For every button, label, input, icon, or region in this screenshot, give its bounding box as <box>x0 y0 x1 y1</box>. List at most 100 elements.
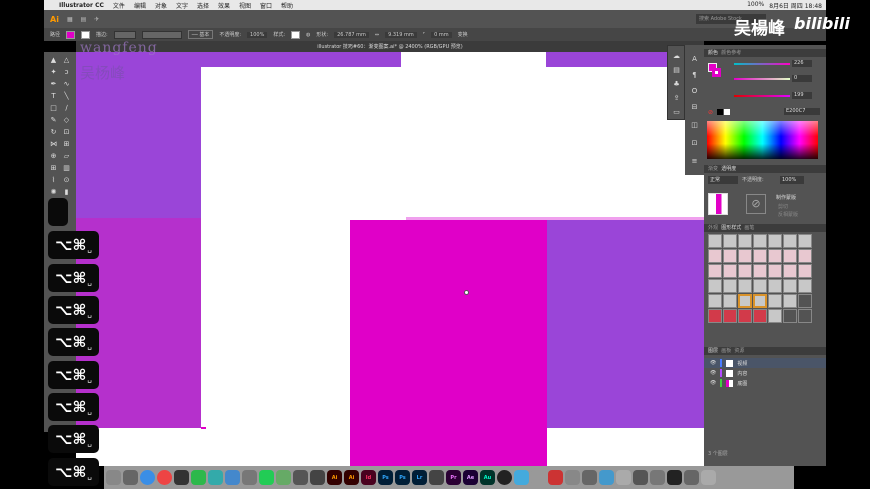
lasso-tool-icon[interactable]: ↄ <box>61 68 72 76</box>
graphic-style-swatch[interactable] <box>738 279 752 293</box>
graphic-style-swatch[interactable] <box>768 234 782 248</box>
premiere-icon[interactable]: Pr <box>446 470 461 485</box>
messages-icon[interactable] <box>208 470 223 485</box>
none-swatch-icon[interactable]: ⊘ <box>708 109 714 116</box>
brush-style-field[interactable]: ── 基本 <box>187 30 214 39</box>
properties-icon[interactable]: ▤ <box>671 66 682 74</box>
graphic-style-swatch[interactable] <box>738 294 752 308</box>
blend-mode-select[interactable]: 正常 <box>708 176 738 184</box>
transform-link[interactable]: 变换 <box>458 31 468 38</box>
after-effects-icon[interactable]: Ae <box>463 470 478 485</box>
graphic-style-swatch[interactable] <box>783 234 797 248</box>
scale-tool-icon[interactable]: ⊡ <box>61 128 72 136</box>
type-tool-icon[interactable]: T <box>48 92 59 100</box>
indesign-icon[interactable]: Id <box>361 470 376 485</box>
transparency-panel-tabs[interactable]: 渐变 透明度 <box>704 165 826 173</box>
curvature-tool-icon[interactable]: ∿ <box>61 80 72 88</box>
magenta-rectangle-selected[interactable] <box>350 220 547 466</box>
layers-panel-tabs[interactable]: 图层 画板 资源 <box>704 347 826 355</box>
graphic-style-swatch[interactable] <box>738 249 752 263</box>
app-icon[interactable] <box>259 470 274 485</box>
menu-window[interactable]: 窗口 <box>260 1 272 10</box>
variable-width-field[interactable] <box>141 30 182 39</box>
link-icon[interactable]: ⇔ <box>375 32 379 38</box>
graphic-style-swatch[interactable] <box>753 249 767 263</box>
lightroom-icon[interactable]: Lr <box>412 470 427 485</box>
illustrator-icon[interactable]: Ai <box>327 470 342 485</box>
symbols-icon[interactable]: ♣ <box>671 80 682 88</box>
qq-icon[interactable] <box>174 470 189 485</box>
app-icon[interactable] <box>531 470 546 485</box>
canvas[interactable] <box>76 52 704 466</box>
mesh-tool-icon[interactable]: ⊞ <box>48 164 59 172</box>
graphic-style-swatch[interactable] <box>798 234 812 248</box>
hex-field[interactable]: E200C7 <box>784 108 820 115</box>
app-icon[interactable] <box>429 470 444 485</box>
symbol-sprayer-tool-icon[interactable]: ✺ <box>48 188 59 196</box>
graphic-style-swatch[interactable] <box>753 294 767 308</box>
graphic-style-swatch[interactable] <box>708 294 722 308</box>
eye-icon[interactable]: 👁 <box>710 370 716 376</box>
invert-mask-checkbox[interactable]: 反相蒙版 <box>778 211 798 218</box>
color-panel-tabs[interactable]: 颜色 颜色参考 <box>704 49 826 57</box>
graphic-style-swatch[interactable] <box>708 234 722 248</box>
graphic-style-swatch[interactable] <box>708 264 722 278</box>
app-icon[interactable] <box>650 470 665 485</box>
gradient-tool-icon[interactable]: ▥ <box>61 164 72 172</box>
safari-icon[interactable] <box>140 470 155 485</box>
layer-row[interactable]: 👁 内容 <box>704 368 826 378</box>
app-icon[interactable] <box>667 470 682 485</box>
character-icon[interactable]: A <box>689 55 700 63</box>
chrome-icon[interactable] <box>157 470 172 485</box>
corner-field[interactable]: 0 mm <box>431 31 452 38</box>
app-icon[interactable] <box>565 470 580 485</box>
free-transform-tool-icon[interactable]: ⊞ <box>61 140 72 148</box>
black-swatch[interactable] <box>717 109 723 115</box>
magic-wand-tool-icon[interactable]: ✦ <box>48 68 59 76</box>
graphic-style-swatch[interactable] <box>708 279 722 293</box>
launchpad-icon[interactable] <box>123 470 138 485</box>
asset-export-icon[interactable]: ⇪ <box>671 94 682 102</box>
arrange-icon[interactable]: ▤ <box>81 16 87 23</box>
menu-file[interactable]: 文件 <box>113 1 125 10</box>
height-field[interactable]: 9.319 mm <box>385 31 417 38</box>
graphic-style-swatch[interactable] <box>783 249 797 263</box>
width-field[interactable]: 26.787 mm <box>334 31 369 38</box>
graphic-style-swatch[interactable] <box>753 264 767 278</box>
graphic-style-swatch[interactable] <box>723 294 737 308</box>
graphic-style-swatch[interactable] <box>738 234 752 248</box>
graphic-style-swatch[interactable] <box>783 264 797 278</box>
graphic-style-swatch[interactable] <box>723 234 737 248</box>
graph-tool-icon[interactable]: ▮ <box>61 188 72 196</box>
graphic-style-swatch[interactable] <box>723 249 737 263</box>
line-tool-icon[interactable]: ╲ <box>61 92 72 100</box>
width-tool-icon[interactable]: ⋈ <box>48 140 59 148</box>
graphic-style-swatch[interactable] <box>783 309 797 323</box>
graphic-style-swatch[interactable] <box>723 309 737 323</box>
red-value[interactable]: 226 <box>792 60 812 67</box>
stroke-swatch[interactable] <box>81 30 91 39</box>
app-icon[interactable] <box>633 470 648 485</box>
recolor-icon[interactable]: ◍ <box>306 32 310 38</box>
graphic-style-swatch[interactable] <box>783 294 797 308</box>
fill-swatch[interactable] <box>66 30 76 39</box>
wechat-icon[interactable] <box>191 470 206 485</box>
graphic-style-swatch[interactable] <box>768 279 782 293</box>
close-tab-icon[interactable]: × <box>348 44 352 50</box>
graphic-styles-tabs[interactable]: 外观 图形样式 画笔 <box>704 224 826 232</box>
menu-object[interactable]: 对象 <box>155 1 167 10</box>
purple-block-right[interactable] <box>547 220 704 428</box>
menu-type[interactable]: 文字 <box>176 1 188 10</box>
stroke-color-swatch[interactable] <box>712 68 721 77</box>
blend-tool-icon[interactable]: ⊙ <box>61 176 72 184</box>
perspective-tool-icon[interactable]: ▱ <box>61 152 72 160</box>
make-mask-button[interactable]: 制作蒙版 <box>776 194 796 201</box>
graphic-style-swatch[interactable] <box>708 309 722 323</box>
menu-app-name[interactable]: Illustrator CC <box>59 2 104 9</box>
layer-row[interactable]: 👁 底图 <box>704 378 826 388</box>
trash-icon[interactable] <box>701 470 716 485</box>
document-tab[interactable]: × illustrator 技巧#60：渐变图案.ai* @ 2400% (RG… <box>76 41 704 52</box>
white-swatch[interactable] <box>724 109 730 115</box>
transparency-opacity-field[interactable]: 100% <box>780 176 804 184</box>
rotate-tool-icon[interactable]: ↻ <box>48 128 59 136</box>
